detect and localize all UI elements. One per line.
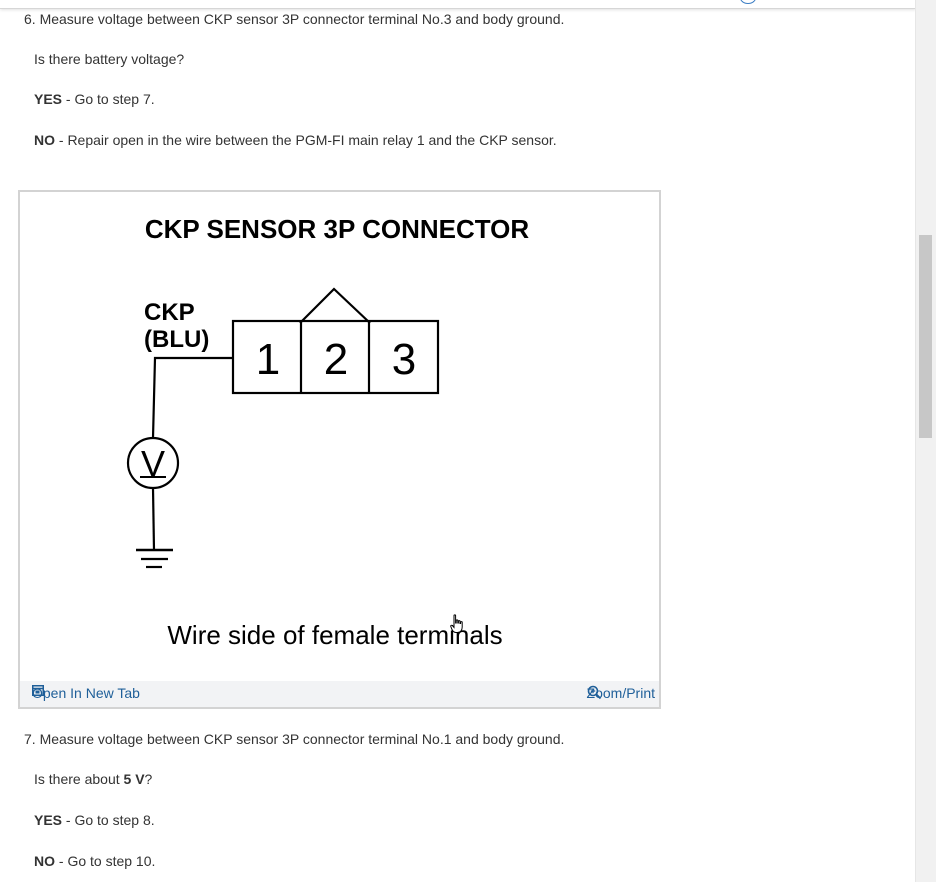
terminal-2-label: 2 [324, 335, 348, 384]
connector-diagram-figure[interactable]: CKP SENSOR 3P CONNECTOR CKP (BLU) 1 2 3 … [18, 190, 661, 709]
zoom-icon [587, 685, 601, 700]
voltage-value: 5 V [123, 771, 145, 787]
wire-label-color: (BLU) [144, 326, 209, 353]
connector-diagram: CKP SENSOR 3P CONNECTOR CKP (BLU) 1 2 3 … [126, 214, 530, 650]
step-6-no: NO - Repair open in the wire between the… [34, 131, 557, 149]
no-text: - Go to step 10. [55, 853, 156, 869]
open-in-new-tab-link[interactable]: Open In New Tab [32, 685, 140, 701]
yes-label: YES [34, 91, 63, 107]
open-in-new-tab-label: Open In New Tab [32, 685, 140, 701]
no-label: NO [34, 853, 55, 869]
new-tab-icon [32, 685, 44, 696]
ground-wire [151, 487, 156, 551]
no-text: - Repair open in the wire between the PG… [55, 132, 557, 148]
vertical-scrollbar[interactable] [915, 0, 936, 882]
yes-label: YES [34, 812, 63, 828]
zoom-print-link[interactable]: Zoom/Print [587, 685, 655, 701]
step-6-instruction: 6. Measure voltage between CKP sensor 3P… [24, 11, 565, 27]
yes-text: - Go to step 7. [62, 91, 155, 107]
step-7-yes: YES - Go to step 8. [34, 811, 155, 829]
no-label: NO [34, 132, 55, 148]
step-7-question: Is there about 5 V? [34, 770, 152, 788]
wire-label-name: CKP [144, 299, 195, 326]
probe-wire [151, 356, 233, 439]
step-7-no: NO - Go to step 10. [34, 852, 155, 870]
terminal-1-label: 1 [256, 335, 280, 384]
terminal-3-label: 3 [392, 335, 416, 384]
scrollbar-thumb[interactable] [919, 235, 932, 438]
yes-text: - Go to step 8. [62, 812, 155, 828]
question-prefix: Is there about [34, 771, 124, 787]
figure-toolbar: Open In New Tab Zoom/Print [20, 681, 659, 707]
hand-cursor-icon [450, 614, 463, 633]
step-7-instruction: 7. Measure voltage between CKP sensor 3P… [24, 731, 565, 747]
step-6-question: Is there battery voltage? [34, 51, 185, 67]
connector-lock-tab [299, 287, 371, 324]
step-6-yes: YES - Go to step 7. [34, 90, 155, 108]
article-content: 6. Measure voltage between CKP sensor 3P… [0, 0, 916, 882]
diagram-title: CKP SENSOR 3P CONNECTOR [145, 214, 530, 244]
question-suffix: ? [144, 771, 153, 787]
